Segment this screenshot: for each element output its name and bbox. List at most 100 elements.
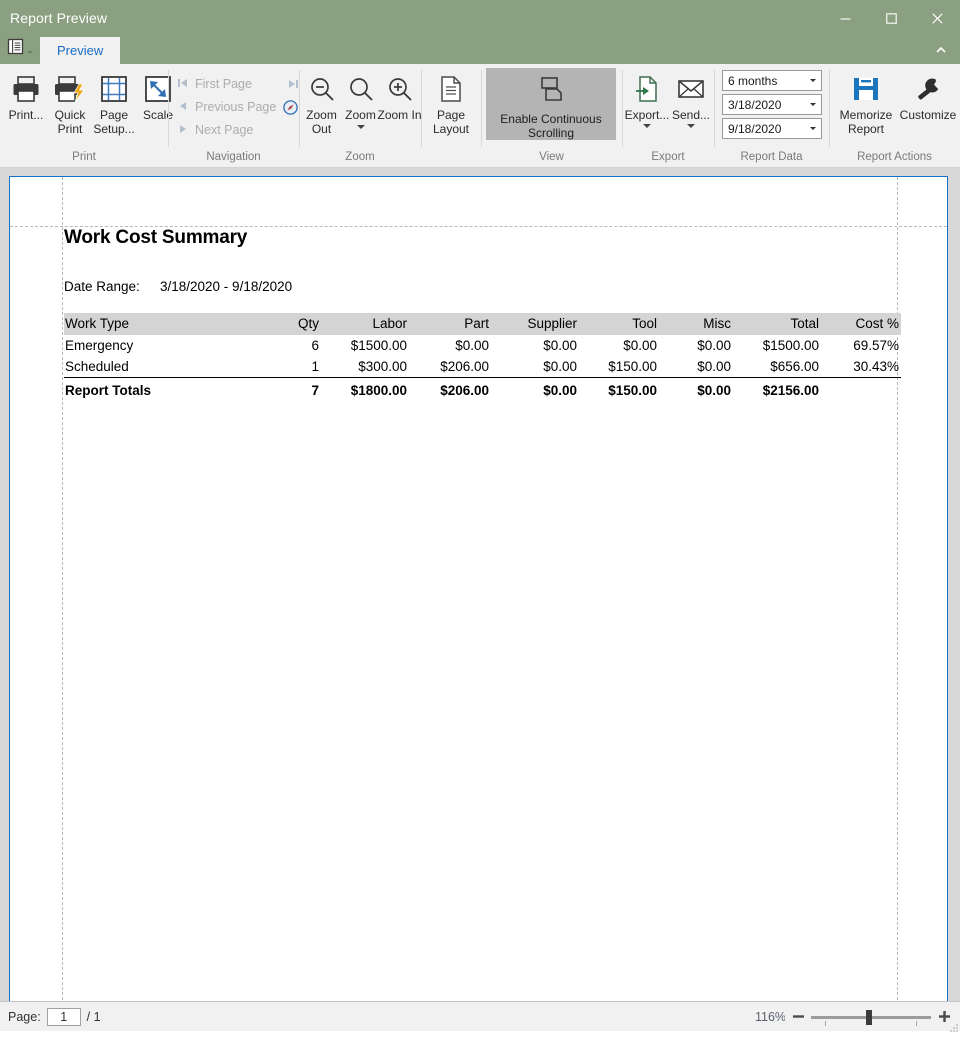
page-total-label: / 1 xyxy=(86,1009,101,1024)
date-range-preset-caret-icon[interactable] xyxy=(804,79,821,82)
totals-label: Report Totals xyxy=(64,377,249,401)
page-input[interactable]: 1 xyxy=(46,1007,81,1026)
resize-grip[interactable] xyxy=(948,1019,958,1032)
cell-qty: 6 xyxy=(311,338,319,353)
envelope-icon xyxy=(677,72,705,106)
totals-cost-percent xyxy=(821,377,901,401)
next-page-button[interactable]: Next Page xyxy=(174,119,302,141)
maximize-button[interactable] xyxy=(868,0,914,36)
ribbon-group-zoom-label: Zoom xyxy=(345,151,375,163)
start-date-combo[interactable]: 3/18/2020 xyxy=(722,94,822,115)
quick-access-toolbar[interactable] xyxy=(0,36,40,64)
cell-total: $656.00 xyxy=(770,359,819,374)
zoom-dropdown-caret-icon[interactable] xyxy=(356,125,365,129)
tab-preview[interactable]: Preview xyxy=(40,37,121,64)
save-floppy-icon xyxy=(852,72,880,106)
preview-area[interactable]: Work Cost Summary Date Range: 3/18/2020 … xyxy=(0,168,960,1001)
column-header-supplier: Supplier xyxy=(491,313,579,335)
cell-tool: $0.00 xyxy=(623,338,657,353)
totals-qty: 7 xyxy=(249,377,321,401)
cell-misc: $0.00 xyxy=(697,359,731,374)
totals-misc: $0.00 xyxy=(659,377,733,401)
ribbon-group-zoom: Zoom Out Zoom Zoom In Zoom xyxy=(299,64,422,167)
minimize-button[interactable] xyxy=(822,0,868,36)
zoom-out-button-status[interactable] xyxy=(792,1011,804,1022)
ribbon-group-report-data-label: Report Data xyxy=(740,151,803,163)
ribbon-group-view-label: View xyxy=(539,151,564,163)
zoom-out-button-label: Zoom Out xyxy=(306,108,337,136)
cell-supplier: $0.00 xyxy=(543,338,577,353)
first-page-button[interactable]: First Page xyxy=(174,73,302,95)
cell-work-type: Emergency xyxy=(65,338,134,353)
cell-labor: $300.00 xyxy=(358,359,407,374)
zoom-slider[interactable] xyxy=(811,1009,931,1026)
close-button[interactable] xyxy=(914,0,960,36)
previous-page-button[interactable]: Previous Page xyxy=(174,96,302,118)
ribbon-group-view: Enable Continuous Scrolling View xyxy=(481,64,622,167)
ribbon-group-navigation: First Page Previous Page Next Page Navig… xyxy=(168,64,299,167)
start-date-caret-icon[interactable] xyxy=(804,103,821,106)
customize-button[interactable]: Customize xyxy=(897,68,959,122)
ribbon: Print... Quick Print Page Setup... Scale… xyxy=(0,64,960,168)
zoom-in-icon xyxy=(386,72,414,106)
end-date-value: 9/18/2020 xyxy=(728,121,782,136)
export-button-label: Export... xyxy=(624,108,670,122)
totals-supplier: $0.00 xyxy=(491,377,579,401)
cell-part: $0.00 xyxy=(455,338,489,353)
export-dropdown-caret-icon[interactable] xyxy=(643,124,651,128)
export-button[interactable]: Export... xyxy=(625,68,669,128)
column-header-qty: Qty xyxy=(249,313,321,335)
window-title: Report Preview xyxy=(10,10,108,26)
column-header-cost-percent: Cost % xyxy=(821,313,901,335)
page-setup-icon xyxy=(100,72,128,106)
end-date-caret-icon[interactable] xyxy=(804,127,821,130)
end-date-combo[interactable]: 9/18/2020 xyxy=(722,118,822,139)
printer-icon xyxy=(11,72,41,106)
zoom-slider-thumb[interactable] xyxy=(866,1009,872,1025)
window-controls xyxy=(822,0,960,36)
work-cost-table: Work Type Qty Labor Part Supplier Tool M… xyxy=(64,313,901,401)
zoom-slider-tick xyxy=(825,1020,826,1026)
status-bar: Page: 1 / 1 116% xyxy=(0,1001,960,1032)
cell-work-type: Scheduled xyxy=(65,359,129,374)
totals-part: $206.00 xyxy=(409,377,491,401)
date-range-preset-value: 6 months xyxy=(728,73,778,88)
report-title: Work Cost Summary xyxy=(64,227,248,248)
table-row: Scheduled 1 $300.00 $206.00 $0.00 $150.0… xyxy=(64,356,901,378)
page-layout-button[interactable]: Page Layout xyxy=(421,68,481,136)
ribbon-collapse-button[interactable] xyxy=(930,40,952,60)
continuous-scrolling-icon xyxy=(537,76,565,107)
zoom-in-button[interactable]: Zoom In xyxy=(378,68,422,122)
send-button-label: Send... xyxy=(671,108,711,122)
cell-total: $1500.00 xyxy=(762,338,819,353)
cell-tool: $150.00 xyxy=(608,359,657,374)
date-range-preset-combo[interactable]: 6 months xyxy=(722,70,822,91)
table-row: Emergency 6 $1500.00 $0.00 $0.00 $0.00 $… xyxy=(64,335,901,356)
last-page-button[interactable] xyxy=(288,79,299,89)
wrench-icon xyxy=(914,72,942,106)
first-page-label: First Page xyxy=(195,77,252,91)
send-button[interactable]: Send... xyxy=(669,68,713,128)
memorize-report-button[interactable]: Memorize Report xyxy=(835,68,897,136)
zoom-icon xyxy=(347,72,375,106)
ribbon-group-report-actions-label: Report Actions xyxy=(857,151,932,163)
cell-qty: 1 xyxy=(311,359,319,374)
page-setup-button[interactable]: Page Setup... xyxy=(92,68,136,136)
cell-labor: $1500.00 xyxy=(350,338,407,353)
title-bar: Report Preview xyxy=(0,0,960,36)
enable-continuous-scrolling-toggle[interactable]: Enable Continuous Scrolling xyxy=(486,68,616,140)
start-date-value: 3/18/2020 xyxy=(728,97,782,112)
send-dropdown-caret-icon[interactable] xyxy=(687,124,695,128)
report-preview-window: Report Preview Preview Print... Quick Pr… xyxy=(0,0,960,1032)
cell-misc: $0.00 xyxy=(697,338,731,353)
page-layout-icon xyxy=(439,72,463,106)
ribbon-group-page-layout: Page Layout xyxy=(421,64,481,167)
memorize-report-button-label: Memorize Report xyxy=(839,108,893,136)
ribbon-group-export: Export... Send... Export xyxy=(622,64,714,167)
next-page-icon xyxy=(178,121,188,139)
zoom-button[interactable]: Zoom xyxy=(341,68,380,129)
first-page-icon xyxy=(178,75,188,93)
zoom-out-button[interactable]: Zoom Out xyxy=(302,68,341,136)
ribbon-group-report-actions: Memorize Report Customize Report Actions xyxy=(829,64,960,167)
compass-icon[interactable] xyxy=(283,99,299,115)
